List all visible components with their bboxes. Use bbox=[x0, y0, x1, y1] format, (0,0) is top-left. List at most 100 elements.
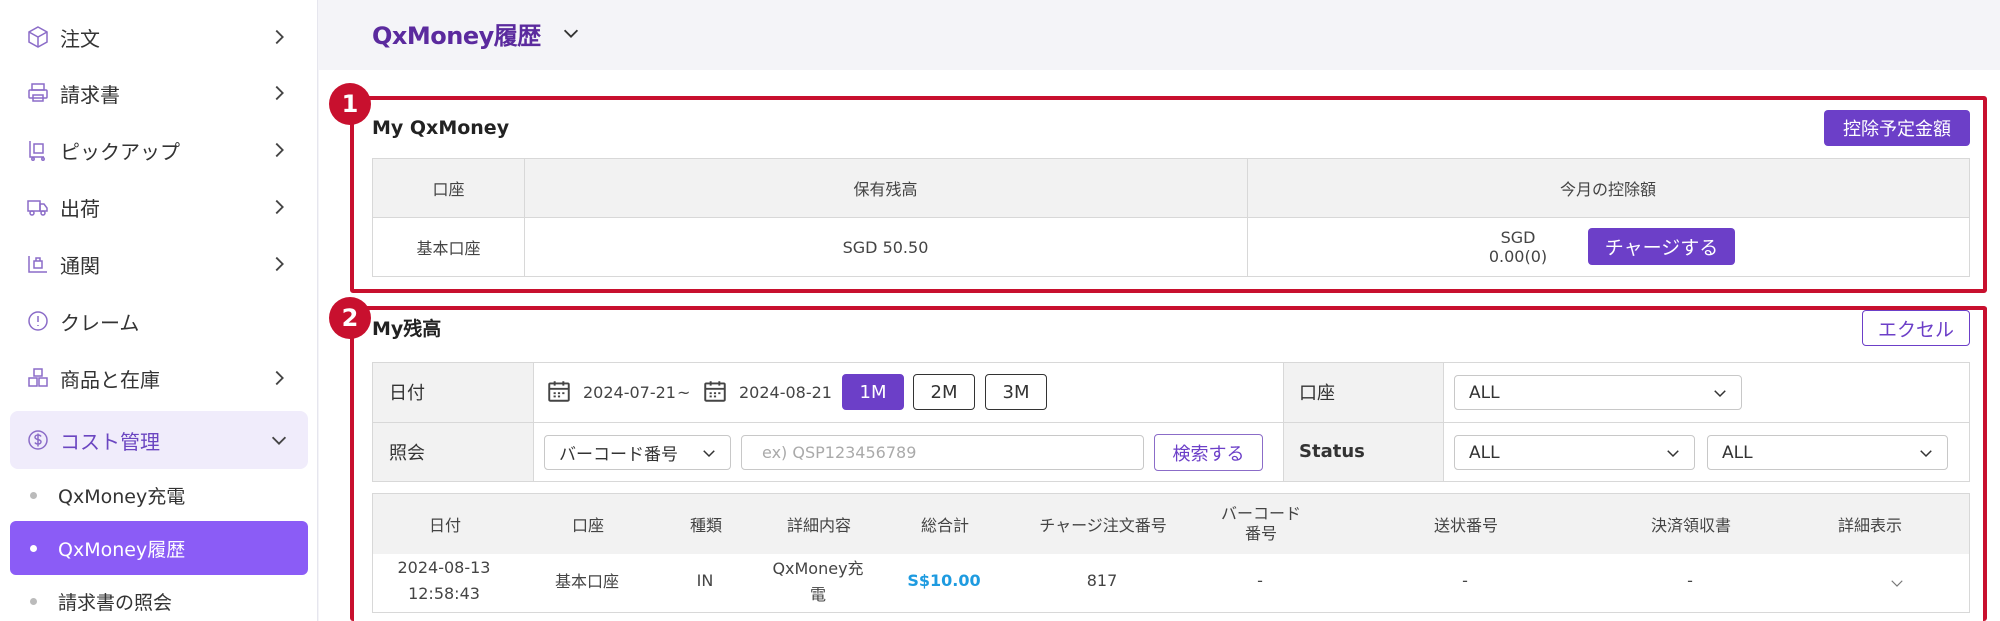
chevron-down-icon[interactable] bbox=[560, 22, 582, 44]
sidebar-item-products[interactable]: 商品と在庫 bbox=[10, 350, 308, 406]
cell-time: 12:58:43 bbox=[408, 583, 480, 603]
account-select-value: ALL bbox=[1469, 382, 1500, 403]
chevron-right-icon bbox=[275, 85, 284, 101]
column-header-balance: 保有残高 bbox=[853, 180, 918, 199]
sidebar-item-pickup[interactable]: ピックアップ bbox=[10, 122, 308, 178]
chevron-right-icon bbox=[275, 199, 284, 215]
cell-date: 2024-08-13 bbox=[397, 557, 491, 577]
divider bbox=[373, 422, 1969, 423]
date-from[interactable]: 2024-07-21 bbox=[583, 376, 676, 408]
column-header-deduction: 今月の控除額 bbox=[1559, 180, 1656, 199]
cart-icon bbox=[24, 136, 52, 164]
account-select[interactable]: ALL bbox=[1454, 375, 1742, 410]
status-select-value: ALL bbox=[1469, 442, 1500, 463]
sidebar-item-label: 通関 bbox=[60, 253, 100, 278]
cell-account: 基本口座 bbox=[554, 572, 619, 591]
sidebar-item-claims[interactable]: クレーム bbox=[10, 293, 308, 349]
sidebar-item-shipping[interactable]: 出荷 bbox=[10, 179, 308, 235]
filter-label-date: 日付 bbox=[389, 382, 425, 404]
filter-label-status: Status bbox=[1299, 441, 1365, 462]
cell-invoice: - bbox=[1462, 570, 1468, 590]
cell-barcode: - bbox=[1257, 570, 1263, 590]
chevron-right-icon bbox=[275, 29, 284, 45]
charge-button[interactable]: チャージする bbox=[1588, 228, 1735, 265]
chevron-right-icon bbox=[275, 142, 284, 158]
sidebar-subitem-label: QxMoney履歴 bbox=[58, 538, 186, 561]
period-2m-button[interactable]: 2M bbox=[913, 374, 975, 410]
sidebar-item-label: ピックアップ bbox=[60, 139, 180, 164]
query-type-select[interactable]: バーコード番号 bbox=[544, 435, 731, 470]
cell-detail-line1: QxMoney充 bbox=[772, 559, 864, 578]
divider bbox=[1283, 363, 1284, 481]
cell-detail-line2: 電 bbox=[809, 585, 826, 604]
sidebar-item-cost-management[interactable]: コスト管理 bbox=[10, 411, 308, 469]
cell-total-link[interactable]: S$10.00 bbox=[884, 553, 1004, 607]
column-header-type: 種類 bbox=[689, 516, 722, 535]
sidebar-subitem-label: 請求書の照会 bbox=[58, 591, 173, 614]
boxes-icon bbox=[24, 364, 52, 392]
status-select-value: ALL bbox=[1722, 442, 1753, 463]
date-separator: ~ bbox=[677, 382, 691, 402]
calendar-icon[interactable] bbox=[546, 378, 572, 404]
status-select-primary[interactable]: ALL bbox=[1454, 435, 1695, 470]
chevron-down-icon bbox=[1714, 389, 1726, 397]
cell-charge-order: 817 bbox=[1086, 570, 1118, 590]
page-title: QxMoney履歴 bbox=[372, 22, 541, 50]
bullet-dot bbox=[30, 492, 37, 499]
chevron-down-icon bbox=[271, 436, 287, 445]
period-3m-button[interactable]: 3M bbox=[985, 374, 1047, 410]
box-icon bbox=[24, 23, 52, 51]
sidebar-subitem-qxmoney-charge[interactable]: QxMoney充電 bbox=[10, 468, 308, 522]
divider bbox=[533, 363, 534, 481]
alert-circle-icon bbox=[24, 307, 52, 335]
step-badge-2: 2 bbox=[329, 297, 371, 339]
chevron-right-icon bbox=[275, 370, 284, 386]
column-header-account: 口座 bbox=[571, 516, 604, 535]
search-button[interactable]: 検索する bbox=[1154, 434, 1263, 471]
divider bbox=[1443, 363, 1444, 481]
filter-label-account: 口座 bbox=[1299, 382, 1335, 404]
chevron-down-icon bbox=[1920, 449, 1932, 457]
sidebar-item-label: 出荷 bbox=[60, 196, 100, 221]
sidebar-item-label: 請求書 bbox=[60, 82, 120, 107]
column-header-charge-order: チャージ注文番号 bbox=[1039, 516, 1167, 535]
sidebar-item-orders[interactable]: 注文 bbox=[10, 9, 308, 65]
column-header-date: 日付 bbox=[428, 516, 461, 535]
status-select-secondary[interactable]: ALL bbox=[1707, 435, 1948, 470]
column-header-receipt: 決済領収書 bbox=[1650, 516, 1731, 535]
bullet-dot bbox=[30, 598, 37, 605]
truck-icon bbox=[24, 193, 52, 221]
sidebar-subitem-qxmoney-history[interactable]: QxMoney履歴 bbox=[10, 521, 308, 575]
chevron-down-icon bbox=[703, 449, 715, 457]
sidebar-item-customs[interactable]: 通関 bbox=[10, 236, 308, 292]
bullet-dot bbox=[30, 545, 37, 552]
section-title-my-qxmoney: My QxMoney bbox=[372, 117, 510, 139]
deduction-schedule-button[interactable]: 控除予定金額 bbox=[1824, 110, 1970, 146]
column-header-details-view: 詳細表示 bbox=[1837, 516, 1902, 535]
period-1m-button[interactable]: 1M bbox=[842, 374, 904, 410]
date-to[interactable]: 2024-08-21 bbox=[739, 376, 832, 408]
column-header-detail: 詳細内容 bbox=[786, 516, 851, 535]
calendar-icon[interactable] bbox=[702, 378, 728, 404]
sidebar-item-label: コスト管理 bbox=[60, 429, 160, 454]
chevron-down-icon bbox=[1667, 449, 1679, 457]
column-header-account: 口座 bbox=[432, 180, 465, 199]
divider bbox=[1247, 159, 1248, 276]
sidebar-item-label: クレーム bbox=[60, 310, 140, 335]
sidebar-subitem-invoice-inquiry[interactable]: 請求書の照会 bbox=[10, 574, 308, 621]
dollar-circle-icon bbox=[24, 426, 52, 454]
filter-label-query: 照会 bbox=[389, 442, 425, 464]
chevron-right-icon bbox=[275, 256, 284, 272]
sidebar-item-invoices[interactable]: 請求書 bbox=[10, 65, 308, 121]
cell-receipt: - bbox=[1687, 570, 1693, 590]
column-header-invoice: 送状番号 bbox=[1433, 516, 1498, 535]
column-header-total: 総合計 bbox=[920, 516, 969, 535]
excel-export-button[interactable]: エクセル bbox=[1862, 310, 1970, 346]
expand-chevron-icon[interactable] bbox=[1888, 574, 1906, 592]
customs-icon bbox=[24, 250, 52, 278]
cell-deduction: SGD 0.00(0) bbox=[1488, 228, 1548, 266]
query-input[interactable]: ex) QSP123456789 bbox=[741, 435, 1144, 470]
cell-account: 基本口座 bbox=[416, 239, 481, 258]
column-header-barcode: バーコード 番号 bbox=[1220, 504, 1301, 543]
section-title-my-balance: My残高 bbox=[372, 318, 442, 340]
